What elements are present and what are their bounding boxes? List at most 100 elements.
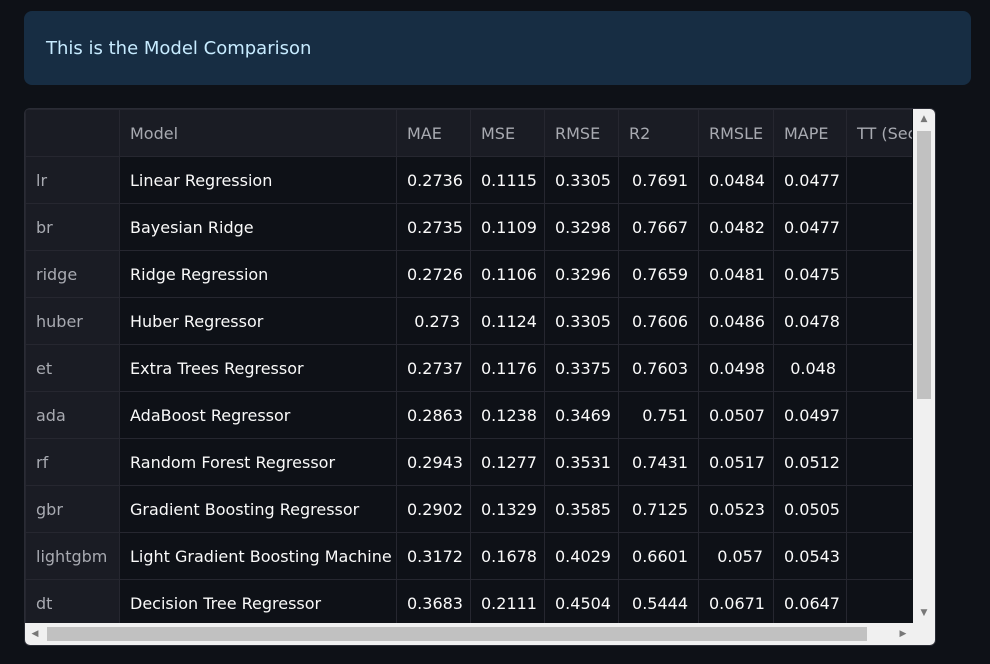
mae-cell[interactable]: 0.273 [396, 297, 471, 345]
index-cell[interactable]: ada [25, 391, 120, 439]
scroll-left-icon[interactable]: ◀ [25, 623, 45, 645]
mse-cell[interactable]: 0.2111 [470, 579, 545, 623]
table-row[interactable]: ada AdaBoost Regressor 0.2863 0.1238 0.3469 0… [25, 391, 912, 439]
tt-sec-cell[interactable]: 0.1100 [846, 438, 912, 486]
index-cell[interactable]: ridge [25, 250, 120, 298]
table-row[interactable]: lr Linear Regression 0.2736 0.1115 0.3305 0.7… [25, 156, 912, 204]
header-mae[interactable]: MAE [396, 109, 471, 157]
rmse-cell[interactable]: 0.3305 [544, 156, 619, 204]
tt-sec-cell[interactable]: 0.0400 [846, 485, 912, 533]
tt-sec-cell[interactable]: 0.0300 [846, 532, 912, 580]
index-cell[interactable]: gbr [25, 485, 120, 533]
r2-cell[interactable]: 0.7606 [618, 297, 699, 345]
mape-cell[interactable]: 0.0647 [773, 579, 847, 623]
vertical-scroll-thumb[interactable] [917, 131, 931, 399]
model-cell[interactable]: Decision Tree Regressor [119, 579, 397, 623]
horizontal-scroll-thumb[interactable] [47, 627, 867, 641]
header-rmsle[interactable]: RMSLE [698, 109, 774, 157]
table-row[interactable]: br Bayesian Ridge 0.2735 0.1109 0.3298 0.7667… [25, 203, 912, 251]
mape-cell[interactable]: 0.0543 [773, 532, 847, 580]
mse-cell[interactable]: 0.1109 [470, 203, 545, 251]
r2-cell[interactable]: 0.7603 [618, 344, 699, 392]
r2-cell[interactable]: 0.6601 [618, 532, 699, 580]
mse-cell[interactable]: 0.1115 [470, 156, 545, 204]
r2-cell[interactable]: 0.7659 [618, 250, 699, 298]
model-cell[interactable]: Bayesian Ridge [119, 203, 397, 251]
scroll-up-icon[interactable]: ▲ [913, 109, 935, 129]
mae-cell[interactable]: 0.2726 [396, 250, 471, 298]
rmsle-cell[interactable]: 0.0484 [698, 156, 774, 204]
index-cell[interactable]: br [25, 203, 120, 251]
mae-cell[interactable]: 0.3172 [396, 532, 471, 580]
table-row[interactable]: rf Random Forest Regressor 0.2943 0.1277 0.3… [25, 438, 912, 486]
vertical-scrollbar[interactable]: ▲ ▼ [913, 109, 935, 623]
rmsle-cell[interactable]: 0.0498 [698, 344, 774, 392]
mape-cell[interactable]: 0.0475 [773, 250, 847, 298]
table-row[interactable]: lightgbm Light Gradient Boosting Machine 0… [25, 532, 912, 580]
rmse-cell[interactable]: 0.3298 [544, 203, 619, 251]
mse-cell[interactable]: 0.1176 [470, 344, 545, 392]
rmsle-cell[interactable]: 0.0481 [698, 250, 774, 298]
scroll-right-icon[interactable]: ▶ [893, 623, 913, 645]
rmse-cell[interactable]: 0.3305 [544, 297, 619, 345]
mape-cell[interactable]: 0.0497 [773, 391, 847, 439]
rmsle-cell[interactable]: 0.0486 [698, 297, 774, 345]
index-cell[interactable]: lightgbm [25, 532, 120, 580]
model-cell[interactable]: Gradient Boosting Regressor [119, 485, 397, 533]
tt-sec-cell[interactable]: 0.0200 [846, 203, 912, 251]
mae-cell[interactable]: 0.2736 [396, 156, 471, 204]
mae-cell[interactable]: 0.2902 [396, 485, 471, 533]
mse-cell[interactable]: 0.1277 [470, 438, 545, 486]
mse-cell[interactable]: 0.1238 [470, 391, 545, 439]
mse-cell[interactable]: 0.1678 [470, 532, 545, 580]
index-cell[interactable]: et [25, 344, 120, 392]
scroll-down-icon[interactable]: ▼ [913, 603, 935, 623]
mape-cell[interactable]: 0.0478 [773, 297, 847, 345]
rmsle-cell[interactable]: 0.0482 [698, 203, 774, 251]
header-mse[interactable]: MSE [470, 109, 545, 157]
mse-cell[interactable]: 0.1329 [470, 485, 545, 533]
mape-cell[interactable]: 0.0477 [773, 156, 847, 204]
model-cell[interactable]: AdaBoost Regressor [119, 391, 397, 439]
model-cell[interactable]: Huber Regressor [119, 297, 397, 345]
rmsle-cell[interactable]: 0.0517 [698, 438, 774, 486]
tt-sec-cell[interactable]: 0.0200 [846, 250, 912, 298]
model-cell[interactable]: Ridge Regression [119, 250, 397, 298]
index-cell[interactable]: rf [25, 438, 120, 486]
mae-cell[interactable]: 0.2737 [396, 344, 471, 392]
index-cell[interactable]: dt [25, 579, 120, 623]
header-r2[interactable]: R2 [618, 109, 699, 157]
header-tt-sec[interactable]: TT (Sec) [846, 109, 912, 157]
rmsle-cell[interactable]: 0.0523 [698, 485, 774, 533]
table-row[interactable]: gbr Gradient Boosting Regressor 0.2902 0.13… [25, 485, 912, 533]
tt-sec-cell[interactable]: 0.0500 [846, 391, 912, 439]
r2-cell[interactable]: 0.7691 [618, 156, 699, 204]
rmsle-cell[interactable]: 0.0671 [698, 579, 774, 623]
model-comparison-table[interactable]: Model MAE MSE RMSE R2 RMSLE MAPE TT (Sec… [24, 108, 936, 646]
mape-cell[interactable]: 0.0512 [773, 438, 847, 486]
horizontal-scrollbar[interactable]: ◀ ▶ [25, 623, 935, 645]
header-mape[interactable]: MAPE [773, 109, 847, 157]
r2-cell[interactable]: 0.7431 [618, 438, 699, 486]
tt-sec-cell[interactable]: 0.0900 [846, 344, 912, 392]
r2-cell[interactable]: 0.7667 [618, 203, 699, 251]
mae-cell[interactable]: 0.3683 [396, 579, 471, 623]
table-row[interactable]: et Extra Trees Regressor 0.2737 0.1176 0.337… [25, 344, 912, 392]
rmse-cell[interactable]: 0.3375 [544, 344, 619, 392]
index-cell[interactable]: lr [25, 156, 120, 204]
header-index[interactable] [25, 109, 120, 157]
rmse-cell[interactable]: 0.3585 [544, 485, 619, 533]
rmse-cell[interactable]: 0.3469 [544, 391, 619, 439]
rmsle-cell[interactable]: 0.0507 [698, 391, 774, 439]
r2-cell[interactable]: 0.751 [618, 391, 699, 439]
rmse-cell[interactable]: 0.4504 [544, 579, 619, 623]
mae-cell[interactable]: 0.2863 [396, 391, 471, 439]
mse-cell[interactable]: 0.1124 [470, 297, 545, 345]
model-cell[interactable]: Light Gradient Boosting Machine [119, 532, 397, 580]
table-row[interactable]: ridge Ridge Regression 0.2726 0.1106 0.3296 0… [25, 250, 912, 298]
r2-cell[interactable]: 0.5444 [618, 579, 699, 623]
rmse-cell[interactable]: 0.4029 [544, 532, 619, 580]
model-cell[interactable]: Linear Regression [119, 156, 397, 204]
rmse-cell[interactable]: 0.3531 [544, 438, 619, 486]
mape-cell[interactable]: 0.0477 [773, 203, 847, 251]
